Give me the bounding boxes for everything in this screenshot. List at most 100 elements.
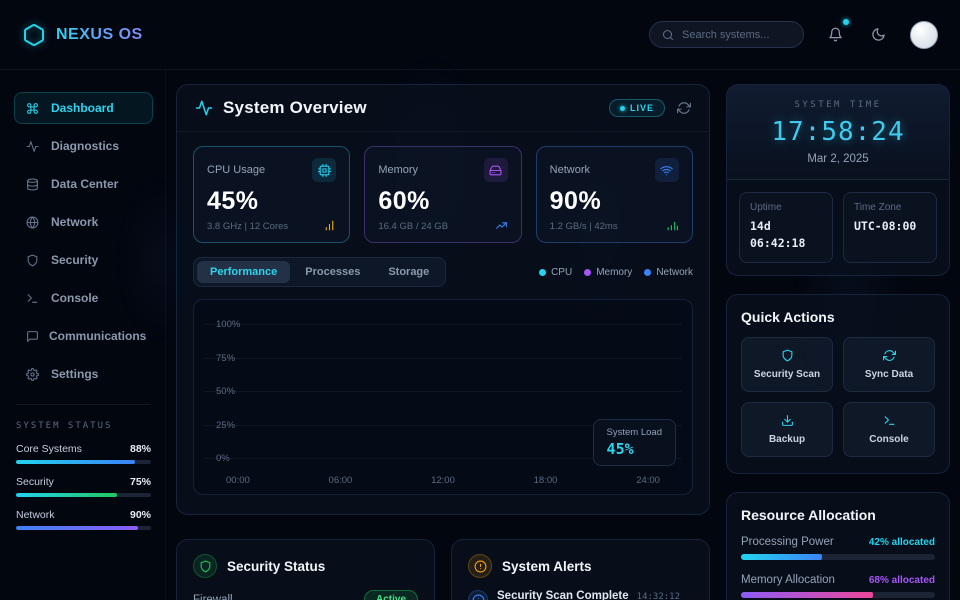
metric-label: Core Systems: [16, 443, 82, 455]
time-cell-label: Uptime: [750, 202, 822, 213]
search-input[interactable]: [682, 29, 791, 41]
alert-icon: [468, 554, 492, 578]
quick-action-label: Backup: [769, 434, 805, 445]
refresh-button[interactable]: [677, 101, 691, 115]
sidebar-item[interactable]: Console: [14, 282, 153, 314]
stat-mini-chart-icon: [495, 219, 508, 232]
sidebar-item[interactable]: Dashboard: [14, 92, 153, 124]
bottom-row: Security Status Firewall Active System A…: [176, 539, 710, 600]
system-time-label: SYSTEM TIME: [741, 100, 935, 110]
security-row: Firewall Active: [193, 590, 418, 600]
resource-allocation-title: Resource Allocation: [741, 507, 935, 523]
legend-dot: [584, 269, 591, 276]
stat-label: CPU Usage: [207, 164, 265, 176]
time-cells: Uptime 14d 06:42:18 Time Zone UTC-08:00: [727, 180, 949, 275]
security-status-title: Security Status: [227, 559, 325, 574]
x-axis-tick: 18:00: [534, 475, 558, 486]
tab[interactable]: Processes: [292, 261, 373, 283]
sidebar-item-label: Data Center: [51, 177, 118, 191]
time-cell: Uptime 14d 06:42:18: [739, 192, 833, 263]
quick-action-button[interactable]: Console: [843, 402, 935, 457]
refresh-icon: [677, 101, 691, 115]
quick-action-icon: [781, 414, 794, 427]
sidebar-item[interactable]: Settings: [14, 358, 153, 390]
x-axis-tick: 24:00: [636, 475, 660, 486]
quick-action-label: Security Scan: [754, 369, 820, 380]
tab[interactable]: Storage: [375, 261, 442, 283]
system-overview-panel: System Overview LIVE CPU Usage: [176, 84, 710, 515]
system-status-metric: Network 90%: [16, 509, 151, 530]
notifications-button[interactable]: [824, 23, 847, 46]
sidebar-item-label: Settings: [51, 367, 98, 381]
quick-action-icon: [781, 349, 794, 362]
stat-label: Memory: [378, 164, 418, 176]
search-box[interactable]: [649, 21, 804, 48]
status-badge: Active: [364, 590, 418, 600]
shield-icon: [193, 554, 217, 578]
quick-action-button[interactable]: Security Scan: [741, 337, 833, 392]
stat-card: CPU Usage 45% 3.8 GHz | 12 Cores: [193, 146, 350, 243]
sidebar: Dashboard Diagnostics Data Center Networ…: [0, 70, 166, 600]
system-status-metric: Core Systems 88%: [16, 443, 151, 464]
legend-label: Network: [656, 267, 693, 278]
resource-row: Processing Power 42% allocated: [741, 536, 935, 560]
sidebar-item-icon: [26, 254, 41, 267]
stat-card: Memory 60% 16.4 GB / 24 GB: [364, 146, 521, 243]
sidebar-item-icon: [26, 368, 41, 381]
system-status-list: Core Systems 88% Security 75%: [14, 443, 153, 530]
stat-mini-chart-icon: [666, 219, 679, 232]
sidebar-item-icon: [26, 178, 41, 191]
resource-value: 42% allocated: [869, 537, 935, 548]
metric-bar-fill: [16, 526, 138, 530]
sidebar-item[interactable]: Network: [14, 206, 153, 238]
sidebar-item-label: Network: [51, 215, 98, 229]
user-avatar[interactable]: [910, 21, 938, 49]
stat-card: Network 90% 1.2 GB/s | 42ms: [536, 146, 693, 243]
resource-bar-fill: [741, 592, 873, 598]
quick-action-icon: [883, 349, 896, 362]
bell-icon: [828, 27, 843, 42]
stat-value: 60%: [378, 187, 507, 216]
quick-action-icon: [883, 414, 896, 427]
stat-detail: 1.2 GB/s | 42ms: [550, 221, 618, 232]
sidebar-item-icon: [26, 140, 41, 153]
stat-icon: [312, 158, 336, 182]
quick-action-button[interactable]: Sync Data: [843, 337, 935, 392]
time-cell-label: Time Zone: [854, 202, 926, 213]
stat-detail: 16.4 GB / 24 GB: [378, 221, 448, 232]
legend-item: Memory: [584, 267, 632, 278]
security-row-label: Firewall: [193, 594, 233, 600]
alert-item[interactable]: Security Scan Complete 14:32:12 No threa…: [468, 590, 693, 600]
stat-detail: 3.8 GHz | 12 Cores: [207, 221, 288, 232]
sidebar-item[interactable]: Diagnostics: [14, 130, 153, 162]
sidebar-item-label: Dashboard: [51, 101, 114, 115]
metric-bar-fill: [16, 460, 135, 464]
sidebar-item[interactable]: Security: [14, 244, 153, 276]
sidebar-item-icon: [26, 292, 41, 305]
system-time-card: SYSTEM TIME 17:58:24 Mar 2, 2025 Uptime …: [726, 84, 950, 276]
main-content: System Overview LIVE CPU Usage: [176, 84, 710, 600]
sidebar-item-label: Communications: [49, 329, 146, 343]
quick-action-button[interactable]: Backup: [741, 402, 833, 457]
live-badge: LIVE: [609, 99, 665, 117]
moon-icon: [871, 27, 886, 42]
chart-legend: CPU Memory Network: [539, 267, 693, 278]
sidebar-divider: [16, 404, 151, 405]
stat-label: Network: [550, 164, 590, 176]
metric-value: 88%: [130, 443, 151, 455]
search-icon: [662, 29, 674, 41]
stat-value: 45%: [207, 187, 336, 216]
tab-bar: Performance Processes Storage: [193, 257, 446, 287]
metric-label: Security: [16, 476, 54, 488]
legend-item: Network: [644, 267, 693, 278]
time-cell-value: UTC-08:00: [854, 218, 926, 235]
sidebar-item-icon: [26, 330, 39, 343]
live-label: LIVE: [630, 103, 654, 113]
tab[interactable]: Performance: [197, 261, 290, 283]
metric-bar-track: [16, 460, 151, 464]
sidebar-item[interactable]: Communications: [14, 320, 153, 352]
brand: NEXUS OS: [22, 23, 143, 47]
theme-toggle-button[interactable]: [867, 23, 890, 46]
sidebar-item[interactable]: Data Center: [14, 168, 153, 200]
page-title: System Overview: [223, 98, 367, 118]
